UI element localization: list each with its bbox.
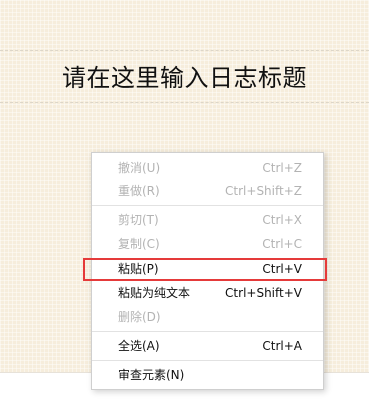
menu-item-label: 粘贴为纯文本 <box>118 286 191 300</box>
menu-item-label: 粘贴(P) <box>118 262 159 276</box>
menu-item-undo[interactable]: 撤消(U) Ctrl+Z <box>92 157 323 180</box>
menu-item-inspect-element[interactable]: 审查元素(N) <box>92 364 323 387</box>
title-input[interactable]: 请在这里输入日志标题 <box>0 58 369 98</box>
menu-separator <box>92 331 323 332</box>
menu-item-label: 复制(C) <box>118 237 160 251</box>
title-bottom-divider <box>0 102 369 103</box>
menu-item-select-all[interactable]: 全选(A) Ctrl+A <box>92 335 323 358</box>
menu-item-label: 全选(A) <box>118 339 160 353</box>
menu-item-paste-plain-text[interactable]: 粘贴为纯文本 Ctrl+Shift+V <box>92 282 323 305</box>
menu-item-label: 重做(R) <box>118 184 160 198</box>
menu-item-shortcut: Ctrl+C <box>262 237 302 251</box>
menu-item-shortcut: Ctrl+Z <box>262 161 302 175</box>
menu-item-copy[interactable]: 复制(C) Ctrl+C <box>92 233 323 256</box>
menu-item-label: 剪切(T) <box>118 213 159 227</box>
title-top-divider <box>0 50 369 51</box>
menu-item-cut[interactable]: 剪切(T) Ctrl+X <box>92 209 323 232</box>
menu-item-label: 撤消(U) <box>118 161 161 175</box>
menu-item-shortcut: Ctrl+Shift+V <box>225 286 302 300</box>
menu-item-paste[interactable]: 粘贴(P) Ctrl+V <box>92 258 323 281</box>
menu-item-label: 删除(D) <box>118 310 161 324</box>
menu-item-shortcut: Ctrl+Shift+Z <box>225 184 302 198</box>
menu-item-shortcut: Ctrl+X <box>262 213 302 227</box>
menu-item-shortcut: Ctrl+V <box>262 262 302 276</box>
menu-item-shortcut: Ctrl+A <box>262 339 302 353</box>
context-menu: 撤消(U) Ctrl+Z 重做(R) Ctrl+Shift+Z 剪切(T) Ct… <box>91 152 324 390</box>
menu-separator <box>92 360 323 361</box>
menu-separator <box>92 205 323 206</box>
menu-item-delete[interactable]: 删除(D) <box>92 306 323 329</box>
menu-item-redo[interactable]: 重做(R) Ctrl+Shift+Z <box>92 180 323 203</box>
menu-item-label: 审查元素(N) <box>118 368 185 382</box>
